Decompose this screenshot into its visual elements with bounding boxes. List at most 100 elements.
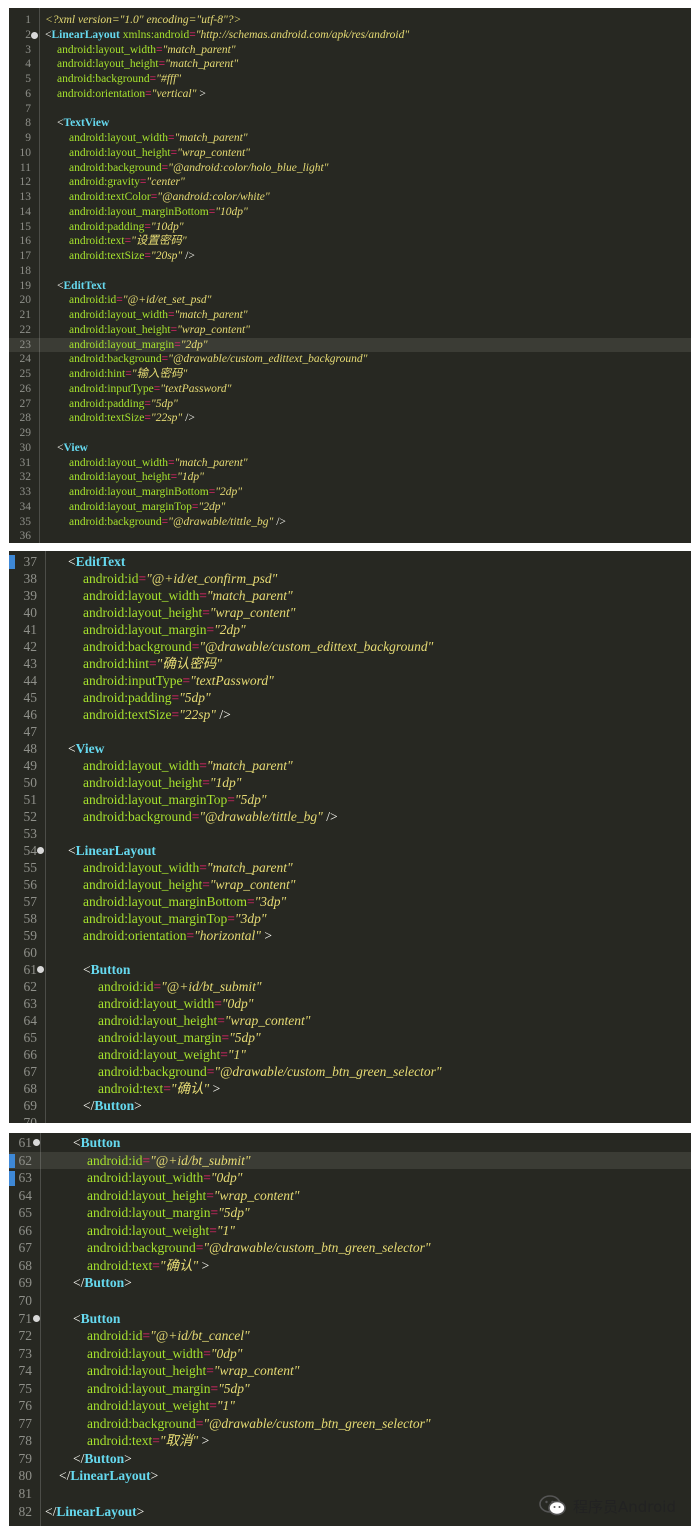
code-line[interactable]: 46 android:textSize="22sp" /> [9,706,691,723]
code-line[interactable]: 74 android:layout_height="wrap_content" [9,1362,691,1380]
code-line[interactable]: 14 android:layout_marginBottom="10dp" [9,205,691,220]
code-line[interactable]: 37 <EditText [9,553,691,570]
code-line[interactable]: 43 android:hint="确认密码" [9,655,691,672]
attribute-name: android:layout_margin [87,1380,211,1396]
code-line[interactable]: 64 android:layout_height="wrap_content" [9,1012,691,1029]
code-line[interactable]: 69 </Button> [9,1274,691,1292]
code-line[interactable]: 48 <View [9,740,691,757]
fold-toggle-icon[interactable] [33,1139,40,1147]
code-line[interactable]: 52 android:background="@drawable/tittle_b… [9,808,691,825]
code-line[interactable]: 77 android:background="@drawable/custom_b… [9,1415,691,1433]
code-line[interactable]: 56 android:layout_height="wrap_content" [9,876,691,893]
code-line[interactable]: 2 <LinearLayout xmlns:android="http://sch… [9,28,691,43]
code-line[interactable]: 12 android:gravity="center" [9,175,691,190]
code-line[interactable]: 70 [9,1114,691,1123]
code-line[interactable]: 49 android:layout_width="match_parent" [9,757,691,774]
code-line[interactable]: 27 android:padding="5dp" [9,397,691,412]
code-line[interactable]: 76 android:layout_weight="1" [9,1397,691,1415]
code-line[interactable]: 58 android:layout_marginTop="3dp" [9,910,691,927]
code-line[interactable]: 18 [9,264,691,279]
code-line[interactable]: 47 [9,723,691,740]
code-line[interactable]: 68 android:text="确认" > [9,1080,691,1097]
code-line[interactable]: 31 android:layout_width="match_parent" [9,456,691,471]
attribute-value: "1" [227,1047,246,1062]
code-line[interactable]: 40 android:layout_height="wrap_content" [9,604,691,621]
code-line[interactable]: 13 android:textColor="@android:color/whit… [9,190,691,205]
fold-toggle-icon[interactable] [33,1314,40,1322]
code-line[interactable]: 61 <Button [9,1134,691,1152]
code-line[interactable]: 25 android:hint="输入密码" [9,367,691,382]
fold-toggle-icon[interactable] [31,31,38,39]
code-line[interactable]: 72 android:id="@+id/bt_cancel" [9,1327,691,1345]
code-line[interactable]: 51 android:layout_marginTop="5dp" [9,791,691,808]
code-line[interactable]: 60 [9,944,691,961]
code-line[interactable]: 33 android:layout_marginBottom="2dp" [9,485,691,500]
code-line[interactable]: 63 android:layout_width="0dp" [9,1169,691,1187]
code-line[interactable]: 21 android:layout_width="match_parent" [9,308,691,323]
code-line[interactable]: 66 android:layout_weight="1" [9,1046,691,1063]
code-line[interactable]: 38 android:id="@+id/et_confirm_psd" [9,570,691,587]
code-line[interactable]: 1 <?xml version="1.0" encoding="utf-8"?> [9,13,691,28]
code-line[interactable]: 24 android:background="@drawable/custom_e… [9,352,691,367]
code-line[interactable]: 69 </Button> [9,1097,691,1114]
code-line[interactable]: 73 android:layout_width="0dp" [9,1345,691,1363]
code-line[interactable]: 20 android:id="@+id/et_set_psd" [9,293,691,308]
code-line[interactable]: 62 android:id="@+id/bt_submit" [9,978,691,995]
code-line[interactable]: 68 android:text="确认" > [9,1257,691,1275]
code-line[interactable]: 44 android:inputType="textPassword" [9,672,691,689]
code-line[interactable]: 54 <LinearLayout [9,842,691,859]
code-line[interactable]: 7 [9,102,691,117]
code-line[interactable]: 78 android:text="取消" > [9,1432,691,1450]
code-line[interactable]: 3 android:layout_width="match_parent" [9,43,691,58]
code-line[interactable]: 65 android:layout_margin="5dp" [9,1029,691,1046]
code-line[interactable]: 67 android:background="@drawable/custom_b… [9,1239,691,1257]
code-line[interactable]: 65 android:layout_margin="5dp" [9,1204,691,1222]
code-line[interactable]: 59 android:orientation="horizontal" > [9,927,691,944]
code-line[interactable]: 71 <Button [9,1310,691,1328]
code-line[interactable]: 9 android:layout_width="match_parent" [9,131,691,146]
code-line[interactable]: 41 android:layout_margin="2dp" [9,621,691,638]
fold-toggle-icon[interactable] [37,966,44,973]
code-line[interactable]: 57 android:layout_marginBottom="3dp" [9,893,691,910]
code-line[interactable]: 23 android:layout_margin="2dp" [9,337,691,353]
code-line[interactable]: 34 android:layout_marginTop="2dp" [9,500,691,515]
code-line[interactable]: 63 android:layout_width="0dp" [9,995,691,1012]
line-number: 51 [23,792,38,807]
code-line[interactable]: 42 android:background="@drawable/custom_e… [9,638,691,655]
code-line[interactable]: 5 android:background="#fff" [9,72,691,87]
code-line[interactable]: 8 <TextView [9,116,691,131]
code-line[interactable]: 16 android:text="设置密码" [9,234,691,249]
fold-toggle-icon[interactable] [37,847,44,854]
code-line[interactable]: 6 android:orientation="vertical" > [9,87,691,102]
code-line[interactable]: 55 android:layout_width="match_parent" [9,859,691,876]
code-line[interactable]: 70 [9,1292,691,1310]
code-line[interactable]: 39 android:layout_width="match_parent" [9,587,691,604]
code-line[interactable]: 10 android:layout_height="wrap_content" [9,146,691,161]
code-line[interactable]: 67 android:background="@drawable/custom_b… [9,1063,691,1080]
code-line[interactable]: 29 [9,426,691,441]
code-line[interactable]: 45 android:padding="5dp" [9,689,691,706]
attribute-value: "@drawable/tittle_bg" [168,515,274,528]
code-line[interactable]: 75 android:layout_margin="5dp" [9,1380,691,1398]
code-line[interactable]: 26 android:inputType="textPassword" [9,382,691,397]
code-line[interactable]: 19 <EditText [9,279,691,294]
code-line[interactable]: 36 [9,529,691,543]
code-line[interactable]: 35 android:background="@drawable/tittle_b… [9,515,691,530]
code-line[interactable]: 66 android:layout_weight="1" [9,1222,691,1240]
code-line[interactable]: 53 [9,825,691,842]
code-line[interactable]: 11 android:background="@android:color/hol… [9,161,691,176]
code-line[interactable]: 61 <Button [9,961,691,978]
code-line[interactable]: 22 android:layout_height="wrap_content" [9,323,691,338]
code-line[interactable]: 80 </LinearLayout> [9,1467,691,1485]
code-line[interactable]: 64 android:layout_height="wrap_content" [9,1187,691,1205]
code-line[interactable]: 79 </Button> [9,1450,691,1468]
code-line[interactable]: 15 android:padding="10dp" [9,220,691,235]
code-line[interactable]: 17 android:textSize="20sp" /> [9,249,691,264]
code-line[interactable]: 32 android:layout_height="1dp" [9,470,691,485]
code-line[interactable]: 28 android:textSize="22sp" /> [9,411,691,426]
code-line[interactable]: 62 android:id="@+id/bt_submit" [9,1151,691,1170]
code-line[interactable]: 4 android:layout_height="match_parent" [9,57,691,72]
line-number: 2 [25,28,31,41]
code-line[interactable]: 50 android:layout_height="1dp" [9,774,691,791]
code-line[interactable]: 30 <View [9,441,691,456]
